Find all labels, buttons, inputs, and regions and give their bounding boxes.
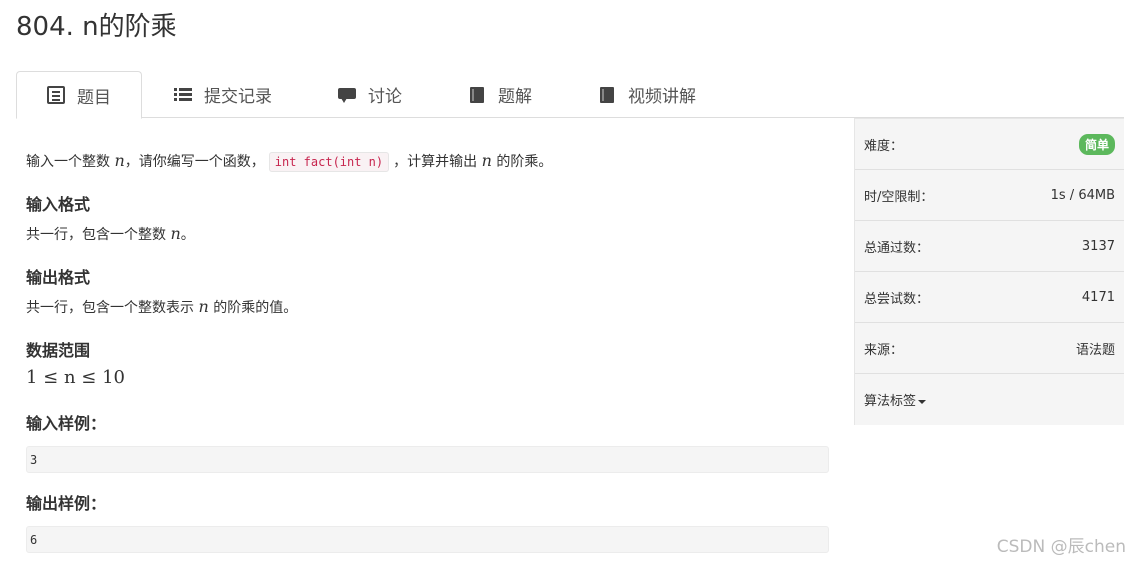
tags-dropdown[interactable]: 算法标签 — [864, 390, 927, 409]
passed-label: 总通过数： — [864, 240, 930, 256]
limit-row: 时/空限制： 1s / 64MB — [855, 170, 1124, 221]
output-format-text: 共一行，包含一个整数表示 n 的阶乘的值。 — [26, 297, 297, 317]
sample-output-box: 6 — [26, 526, 829, 553]
tab-video-label: 视频讲解 — [628, 87, 696, 107]
attempts-label: 总尝试数： — [864, 291, 930, 307]
list-alt-icon — [47, 86, 65, 104]
input-format-suffix: 。 — [180, 227, 195, 243]
attempts-value: 4171 — [1081, 289, 1115, 305]
tab-problem-label: 题目 — [77, 87, 111, 108]
source-label: 来源： — [864, 342, 904, 358]
math-var-n: n — [198, 297, 209, 316]
problem-description: 输入一个整数 n，请你编写一个函数， int fact(int n) ，计算并输出 … — [26, 150, 552, 173]
code-snippet: int fact(int n) — [268, 152, 390, 172]
page-title: 804. n的阶乘 — [16, 12, 177, 42]
passed-row: 总通过数： 3137 — [855, 221, 1124, 272]
limit-value: 1s / 64MB — [1050, 187, 1115, 203]
watermark: CSDN @辰chen — [996, 537, 1126, 557]
input-format-heading: 输入格式 — [26, 195, 91, 214]
sample-input-heading: 输入样例： — [26, 414, 107, 433]
problem-tabs: 题目 提交记录 讨论 题解 视频讲解 — [16, 71, 1124, 119]
tab-submissions-label: 提交记录 — [204, 87, 272, 107]
input-format-prefix: 共一行，包含一个整数 — [26, 227, 166, 243]
tab-discussion-label: 讨论 — [368, 87, 402, 107]
math-var-n: n — [114, 151, 125, 170]
data-range-heading: 数据范围 — [26, 341, 91, 360]
data-range-formula: 1 ≤ n ≤ 10 — [26, 367, 125, 388]
desc-text: ，请你编写一个函数， — [124, 154, 265, 170]
source-value[interactable]: 语法题 — [1076, 339, 1115, 358]
passed-value: 3137 — [1081, 238, 1115, 254]
tab-solutions[interactable]: 题解 — [468, 71, 532, 118]
tags-row[interactable]: 算法标签 — [855, 374, 1124, 425]
input-format-text: 共一行，包含一个整数 n。 — [26, 224, 195, 244]
tab-video[interactable]: 视频讲解 — [598, 71, 696, 118]
desc-text: 的阶乘。 — [496, 154, 553, 170]
math-var-n: n — [170, 224, 181, 243]
sample-output-heading: 输出样例： — [26, 494, 107, 513]
output-format-suffix: 的阶乘的值。 — [213, 300, 298, 316]
book-icon — [468, 86, 486, 104]
output-format-prefix: 共一行，包含一个整数表示 — [26, 300, 194, 316]
difficulty-row: 难度： 简单 — [855, 119, 1124, 170]
source-row: 来源： 语法题 — [855, 323, 1124, 374]
problem-info-panel: 难度： 简单 时/空限制： 1s / 64MB 总通过数： 3137 总尝试数：… — [854, 118, 1124, 425]
caret-down-icon — [918, 399, 927, 404]
difficulty-badge: 简单 — [1078, 133, 1115, 155]
desc-text: ，计算并输出 — [393, 154, 478, 170]
tab-submissions[interactable]: 提交记录 — [174, 71, 272, 118]
output-format-heading: 输出格式 — [26, 268, 91, 287]
limit-label: 时/空限制： — [864, 189, 934, 205]
difficulty-label: 难度： — [864, 138, 904, 154]
book-icon — [598, 86, 616, 104]
attempts-row: 总尝试数： 4171 — [855, 272, 1124, 323]
tab-solutions-label: 题解 — [498, 87, 532, 107]
desc-text: 输入一个整数 — [26, 154, 110, 170]
tab-problem[interactable]: 题目 — [16, 71, 142, 119]
math-var-n: n — [481, 151, 492, 170]
sample-input-box: 3 — [26, 446, 829, 473]
list-icon — [174, 86, 192, 104]
tags-label: 算法标签 — [864, 394, 917, 409]
comment-icon — [338, 86, 356, 104]
tab-discussion[interactable]: 讨论 — [338, 71, 402, 118]
